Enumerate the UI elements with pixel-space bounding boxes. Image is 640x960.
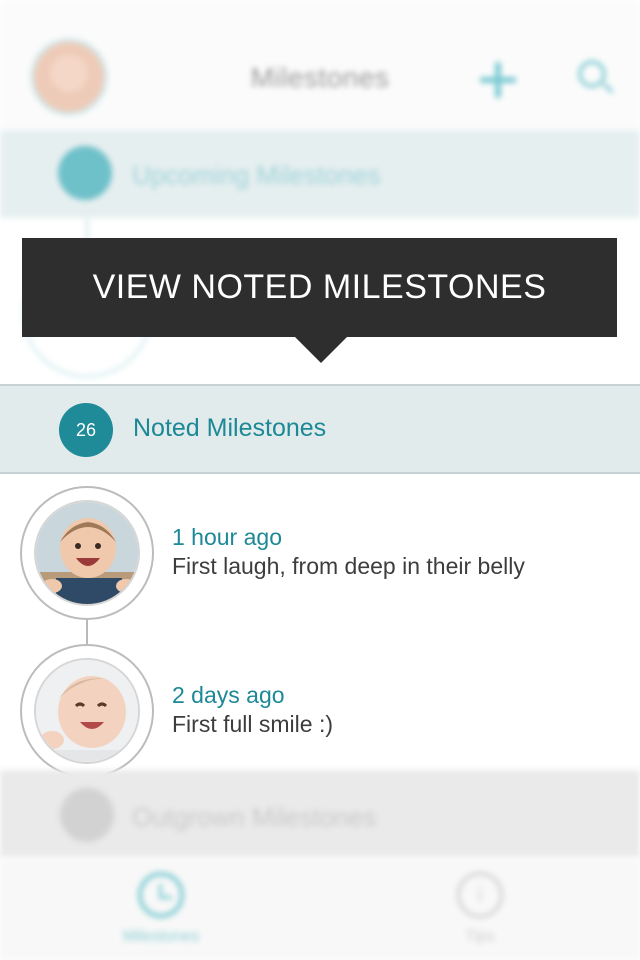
entry-description: First laugh, from deep in their belly [172,553,525,579]
baby-laughing-image [36,502,138,604]
upcoming-milestones-label: Upcoming Milestones [132,160,381,190]
noted-milestones-label: Noted Milestones [133,414,327,442]
plus-icon[interactable] [480,62,516,98]
baby-photo [34,500,140,606]
coach-tooltip[interactable]: VIEW NOTED MILESTONES [22,238,617,337]
search-icon[interactable] [578,60,606,88]
baby-photo [34,658,140,764]
app-header: Milestones [0,0,640,130]
entry-time: 1 hour ago [172,524,282,550]
tab-milestones[interactable]: Milestones [96,928,226,946]
info-icon[interactable]: i [457,872,503,918]
outgrown-count-badge [60,788,114,842]
outgrown-milestones-label: Outgrown Milestones [132,802,377,832]
clock-icon[interactable] [138,872,184,918]
baby-smiling-image [36,660,138,762]
page-title: Milestones [250,62,390,93]
tooltip-arrow [295,337,347,363]
entry-time: 2 days ago [172,682,285,708]
tooltip-text: VIEW NOTED MILESTONES [92,268,547,306]
upcoming-count-badge [58,146,112,200]
entry-description: First full smile :) [172,711,333,737]
tab-tips[interactable]: Tips [430,928,530,946]
noted-count-badge: 26 [59,403,113,457]
